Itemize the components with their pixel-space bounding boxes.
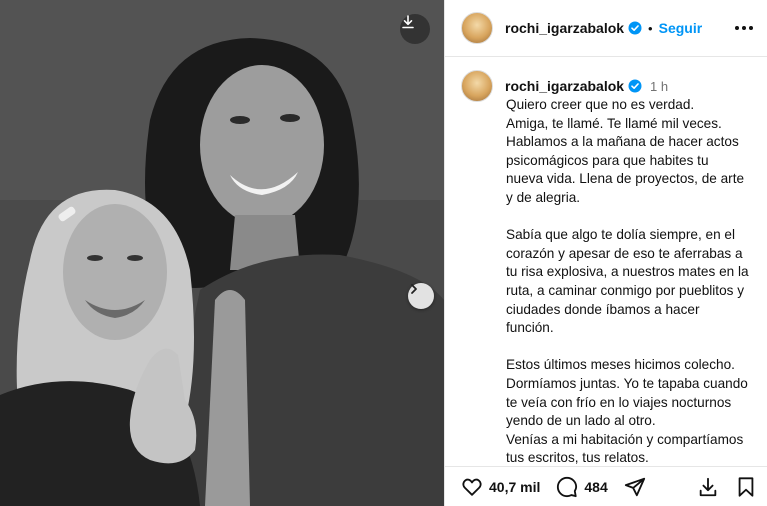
caption-username[interactable]: rochi_igarzabalok [505,78,624,94]
like-count[interactable]: 40,7 mil [489,479,540,495]
comment-count[interactable]: 484 [584,479,607,495]
comment-button[interactable]: 484 [556,476,608,498]
download-button[interactable] [400,14,430,44]
next-slide-button[interactable] [408,283,434,309]
heart-icon [462,478,482,496]
post-photo [0,0,444,506]
more-options-icon[interactable] [735,26,753,30]
caption-avatar[interactable] [461,70,493,102]
verified-badge-icon [628,79,642,93]
action-bar: 40,7 mil 484 [445,466,767,506]
share-button[interactable] [624,476,646,498]
download-icon [699,477,717,496]
bookmark-button[interactable] [735,476,757,498]
like-button[interactable]: 40,7 mil [461,476,540,498]
share-icon [624,477,645,496]
caption-text: Quiero creer que no es verdad. Amiga, te… [506,97,749,466]
photo-illustration [0,0,444,506]
download-icon [402,15,414,29]
post-time[interactable]: 1 h [650,79,668,94]
follow-button[interactable]: Seguir [659,20,703,36]
avatar[interactable] [461,12,493,44]
comment-icon [557,476,578,497]
post-caption: rochi_igarzabalok 1 h Quiero creer que n… [461,70,757,468]
bookmark-icon [738,476,754,497]
save-to-device-button[interactable] [697,476,719,498]
separator-dot: • [648,20,653,36]
post-header: rochi_igarzabalok • Seguir [445,0,767,57]
verified-badge-icon [628,21,642,35]
chevron-right-icon [411,284,417,294]
username-link[interactable]: rochi_igarzabalok [505,20,624,36]
post-sidebar: rochi_igarzabalok • Seguir rochi_igarzab… [444,0,767,506]
